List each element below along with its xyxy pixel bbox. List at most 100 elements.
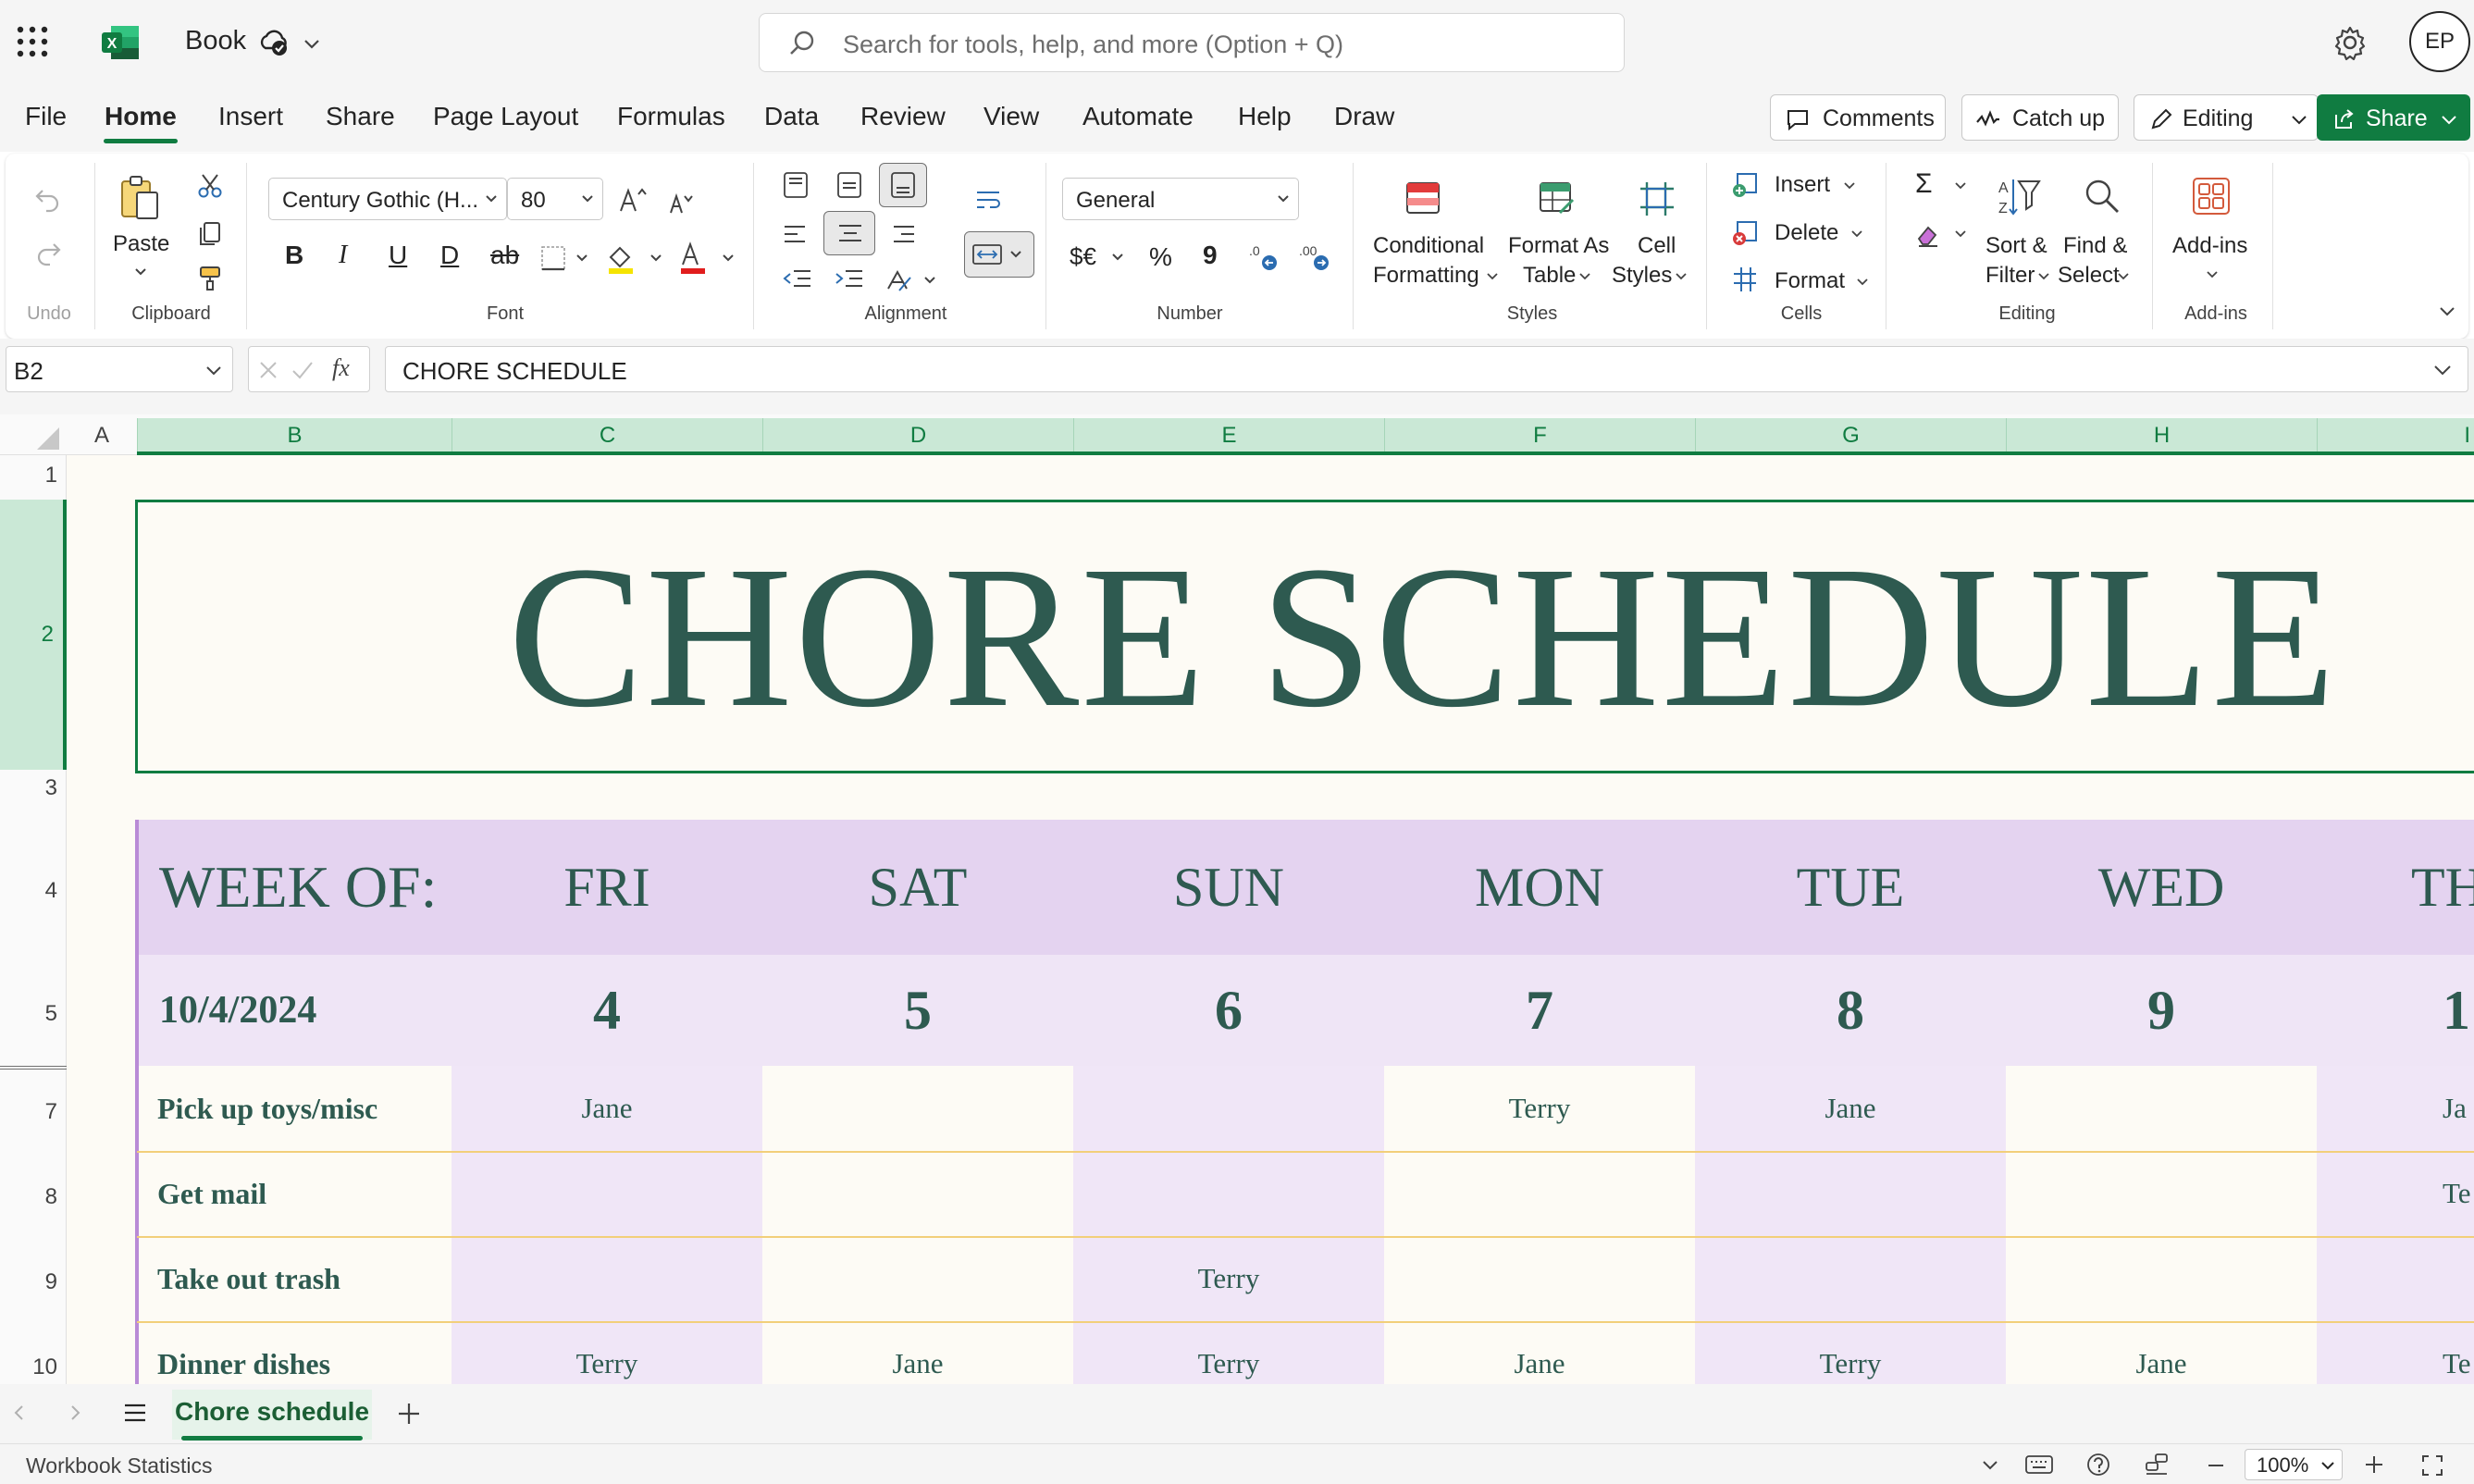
chevron-down-icon[interactable] (302, 33, 322, 54)
strikethrough-icon[interactable]: ab (490, 241, 519, 270)
autosum-icon[interactable]: Σ (1915, 168, 1933, 200)
tab-formulas[interactable]: Formulas (617, 102, 725, 131)
keyboard-icon[interactable] (2024, 1453, 2054, 1476)
row-header-4[interactable]: 4 (0, 823, 67, 958)
app-launcher-icon[interactable] (15, 24, 50, 59)
assignee-cell[interactable] (1073, 1066, 1384, 1151)
underline-icon[interactable]: U (389, 241, 407, 270)
chevron-down-icon[interactable] (1954, 228, 1967, 241)
assignee-cell[interactable]: Terry (1073, 1321, 1384, 1384)
row-header-3[interactable]: 3 (0, 775, 67, 812)
decrease-font-size-icon[interactable] (668, 189, 696, 216)
chevron-down-icon[interactable] (1843, 179, 1856, 192)
clear-eraser-icon[interactable] (1913, 220, 1943, 250)
currency-format-icon[interactable]: $€ (1070, 242, 1096, 271)
tab-home[interactable]: Home (105, 102, 177, 131)
day-number-tue[interactable]: 8 (1695, 955, 2006, 1066)
assignee-cell[interactable] (2006, 1151, 2317, 1236)
workbook-name[interactable]: Book (185, 26, 246, 56)
tab-file[interactable]: File (25, 102, 67, 131)
day-number-thu[interactable]: 1 (2443, 955, 2474, 1066)
insert-function-icon[interactable]: fx (332, 354, 350, 382)
week-of-label[interactable]: WEEK OF: (159, 820, 455, 955)
selected-title-cell[interactable]: CHORE SCHEDULE (135, 500, 2474, 773)
day-header-fri[interactable]: FRI (452, 820, 762, 955)
format-cells-label[interactable]: Format (1775, 268, 1845, 294)
row-header-9[interactable]: 9 (0, 1240, 67, 1325)
tab-insert[interactable]: Insert (218, 102, 283, 131)
merge-center-button[interactable] (964, 231, 1034, 278)
assignee-cell[interactable]: Jane (2006, 1321, 2317, 1384)
assignee-cell[interactable] (452, 1236, 762, 1321)
chevron-down-icon[interactable] (1675, 270, 1688, 283)
font-size-dropdown[interactable]: 80 (507, 178, 603, 220)
help-icon[interactable] (2085, 1452, 2111, 1478)
day-number-fri[interactable]: 4 (452, 955, 762, 1066)
format-painter-icon[interactable] (196, 265, 224, 292)
format-as-table-label-2[interactable]: Table (1523, 263, 1576, 289)
assignee-cell[interactable]: Terry (1384, 1066, 1695, 1151)
assignee-cell[interactable]: Terry (452, 1321, 762, 1384)
double-underline-icon[interactable]: D (440, 241, 459, 270)
percent-format-icon[interactable]: % (1149, 242, 1172, 272)
zoom-out-icon[interactable] (2206, 1455, 2226, 1476)
enter-check-icon[interactable] (291, 360, 314, 380)
assignee-cell[interactable] (1695, 1151, 2006, 1236)
chevron-down-icon[interactable] (1856, 276, 1869, 289)
chevron-down-icon[interactable] (1578, 270, 1591, 283)
chevron-down-icon[interactable] (1850, 228, 1863, 241)
cell-styles-label-2[interactable]: Styles (1612, 263, 1672, 289)
cell-styles-icon[interactable] (1638, 179, 1676, 218)
tab-data[interactable]: Data (764, 102, 819, 131)
align-left-icon[interactable] (781, 222, 810, 248)
tab-automate[interactable]: Automate (1082, 102, 1194, 131)
day-header-sat[interactable]: SAT (762, 820, 1073, 955)
assignee-cell[interactable]: Jane (762, 1321, 1073, 1384)
share-button[interactable]: Share (2317, 94, 2470, 141)
conditional-formatting-icon[interactable] (1404, 179, 1441, 216)
delete-cells-label[interactable]: Delete (1775, 220, 1838, 246)
day-header-wed[interactable]: WED (2006, 820, 2317, 955)
italic-icon[interactable]: I (339, 241, 347, 270)
worksheet-grid[interactable]: A B C D E F G H I 1 2 3 4 5 7 8 9 10 CHO… (0, 414, 2474, 1384)
column-header-h[interactable]: H (2006, 418, 2317, 453)
assignee-cell[interactable]: Jane (1695, 1066, 2006, 1151)
decrease-indent-icon[interactable] (781, 266, 814, 294)
tab-review[interactable]: Review (860, 102, 946, 131)
font-name-dropdown[interactable]: Century Gothic (H... (268, 178, 507, 220)
day-header-mon[interactable]: MON (1384, 820, 1695, 955)
increase-decimal-icon[interactable]: .0 (1247, 241, 1280, 274)
day-number-sun[interactable]: 6 (1073, 955, 1384, 1066)
all-sheets-menu-icon[interactable] (122, 1401, 148, 1425)
tab-view[interactable]: View (983, 102, 1039, 131)
borders-icon[interactable] (540, 244, 592, 272)
cell-styles-label-1[interactable]: Cell (1638, 233, 1676, 259)
assignee-cell[interactable]: Jane (452, 1066, 762, 1151)
assignee-cell[interactable] (1384, 1236, 1695, 1321)
row-header-2[interactable]: 2 (0, 500, 67, 770)
decrease-decimal-icon[interactable]: .00 (1297, 241, 1334, 274)
chevron-down-icon[interactable] (2206, 268, 2219, 281)
chore-name[interactable]: Dinner dishes (157, 1321, 452, 1384)
day-number-wed[interactable]: 9 (2006, 955, 2317, 1066)
chevron-down-icon[interactable] (2117, 270, 2130, 283)
assignee-cell[interactable] (1073, 1151, 1384, 1236)
format-as-table-icon[interactable] (1538, 179, 1577, 218)
chevron-down-icon[interactable] (133, 265, 148, 279)
week-start-date[interactable]: 10/4/2024 (159, 955, 452, 1066)
assignee-cell[interactable] (452, 1151, 762, 1236)
assignee-cell[interactable]: Te (2443, 1321, 2474, 1384)
day-header-thu[interactable]: TH (2411, 820, 2474, 955)
assignee-cell[interactable] (762, 1066, 1073, 1151)
paste-icon[interactable] (118, 174, 161, 222)
row-header-5[interactable]: 5 (0, 958, 67, 1070)
accessibility-icon[interactable] (2143, 1452, 2171, 1478)
assignee-cell[interactable] (762, 1236, 1073, 1321)
fullscreen-icon[interactable] (2420, 1453, 2444, 1478)
align-middle-icon[interactable] (835, 170, 864, 200)
assignee-cell[interactable]: Ja (2443, 1066, 2474, 1151)
tab-draw[interactable]: Draw (1334, 102, 1394, 131)
delete-cells-icon[interactable] (1730, 218, 1760, 248)
chore-name[interactable]: Pick up toys/misc (157, 1066, 452, 1151)
ribbon-options-chevron-icon[interactable] (2437, 302, 2457, 322)
